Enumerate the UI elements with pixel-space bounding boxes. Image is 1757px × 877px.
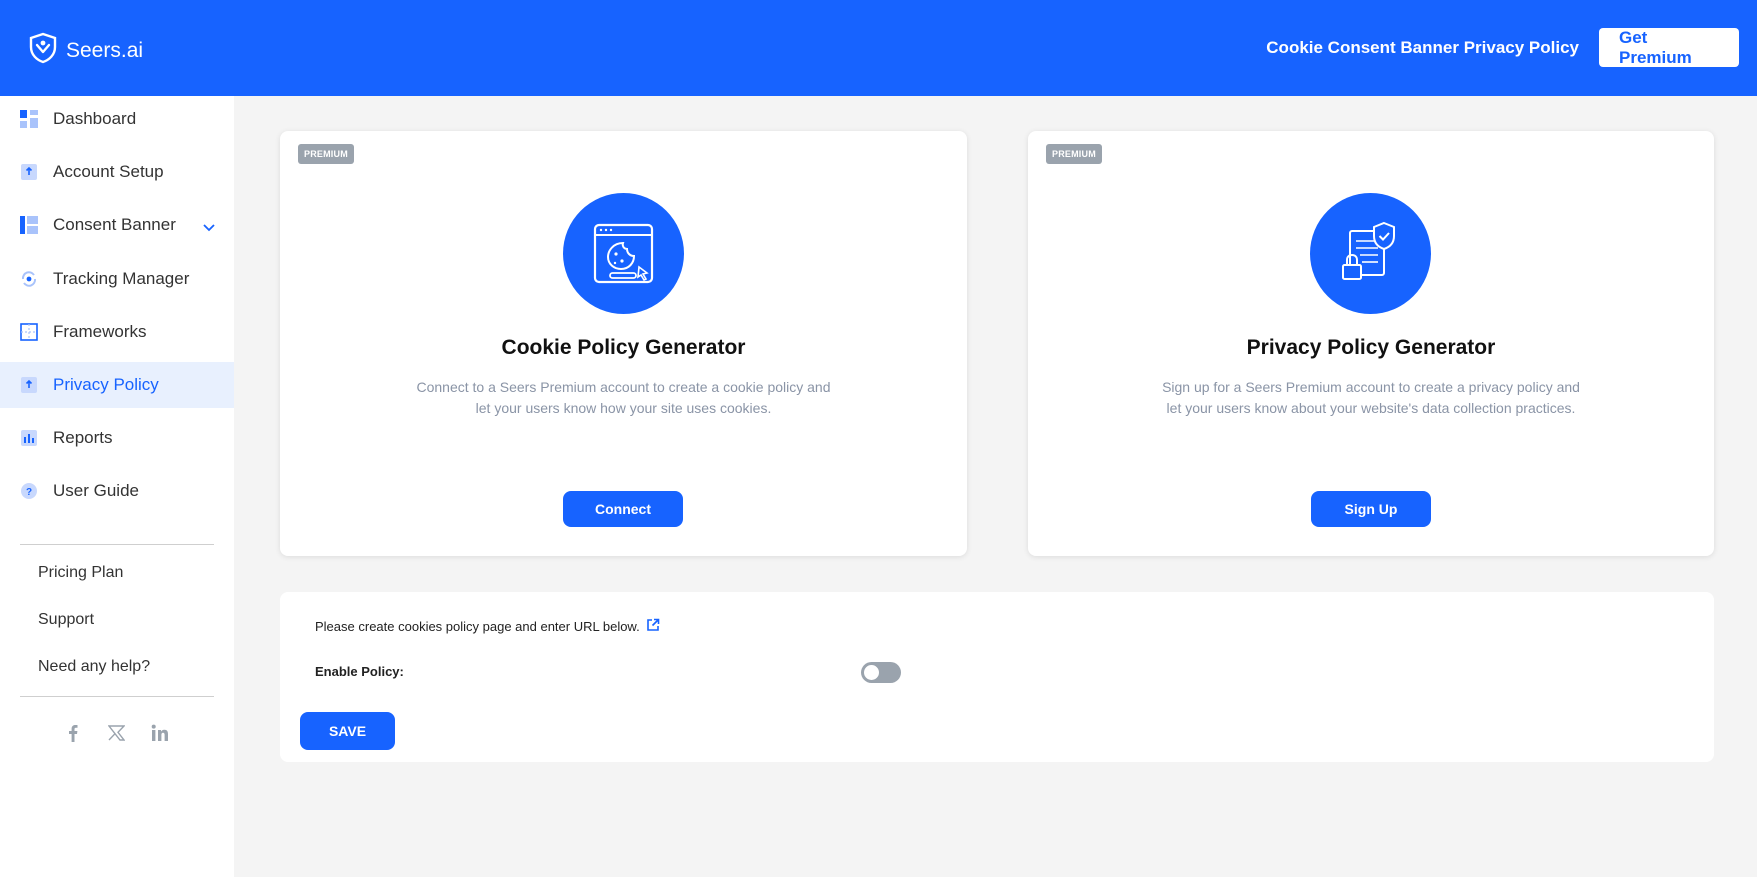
sidebar-item-label: Reports [53, 428, 113, 447]
sidebar-item-label: User Guide [53, 481, 139, 500]
dashboard-icon [20, 110, 38, 128]
card-title: Cookie Policy Generator [501, 336, 746, 359]
reports-icon [20, 429, 38, 447]
card-description-line: Connect to a Seers Premium account to cr… [416, 379, 831, 395]
policy-note: Please create cookies policy page and en… [315, 618, 660, 635]
premium-badge: PREMIUM [298, 144, 354, 164]
consent-banner-icon [20, 216, 38, 234]
privacy-policy-icon [20, 376, 38, 394]
chevron-down-icon[interactable] [203, 217, 215, 237]
privacy-policy-card: PREMIUM Privacy Policy Generator Sign up… [1028, 131, 1714, 556]
sidebar-item-tracking-manager[interactable]: Tracking Manager [0, 256, 234, 302]
sidebar-divider [20, 544, 214, 545]
account-setup-icon [20, 163, 38, 181]
toggle-knob [864, 665, 879, 680]
policy-note-text: Please create cookies policy page and en… [315, 619, 640, 634]
external-link-icon[interactable] [646, 618, 660, 635]
card-description-line: let your users know how your site uses c… [475, 400, 772, 416]
connect-button[interactable]: Connect [563, 491, 683, 527]
support-link[interactable]: Support [38, 611, 94, 629]
brand-name: Seers.ai [66, 38, 144, 62]
facebook-icon[interactable] [68, 724, 78, 747]
card-title: Privacy Policy Generator [1246, 336, 1496, 359]
seers-shield-icon [28, 32, 58, 69]
card-description-line: Sign up for a Seers Premium account to c… [1162, 379, 1580, 395]
svg-text:?: ? [26, 487, 32, 498]
sidebar-item-label: Consent Banner [53, 215, 176, 234]
enable-policy-toggle[interactable] [861, 662, 901, 683]
cookie-policy-card: PREMIUM Cookie Policy Generator Connect … [280, 131, 967, 556]
policy-settings-card: Please create cookies policy page and en… [280, 592, 1714, 762]
sidebar-item-label: Account Setup [53, 162, 164, 181]
sidebar-item-label: Tracking Manager [53, 269, 190, 288]
privacy-document-icon [1310, 193, 1431, 314]
enable-policy-label: Enable Policy: [315, 664, 404, 679]
sidebar-item-reports[interactable]: Reports [0, 415, 234, 461]
brand-logo[interactable]: Seers.ai [28, 32, 143, 69]
need-help-link[interactable]: Need any help? [38, 658, 150, 676]
sidebar: Dashboard Account Setup Consent Banner T… [0, 96, 234, 877]
premium-badge: PREMIUM [1046, 144, 1102, 164]
sidebar-divider [20, 696, 214, 697]
card-description-line: let your users know about your website's… [1166, 400, 1576, 416]
get-premium-button[interactable]: Get Premium [1599, 28, 1739, 67]
sidebar-item-frameworks[interactable]: Frameworks [0, 309, 234, 355]
sidebar-item-label: Frameworks [53, 322, 147, 341]
pricing-plan-link[interactable]: Pricing Plan [38, 564, 123, 582]
sign-up-button[interactable]: Sign Up [1311, 491, 1431, 527]
cookie-banner-privacy-link[interactable]: Cookie Consent Banner Privacy Policy [1266, 38, 1579, 58]
frameworks-icon [20, 323, 38, 341]
sidebar-item-dashboard[interactable]: Dashboard [0, 96, 234, 142]
linkedin-icon[interactable] [151, 724, 169, 747]
cookie-browser-icon [563, 193, 684, 314]
sidebar-item-label: Privacy Policy [53, 375, 159, 394]
sidebar-item-privacy-policy[interactable]: Privacy Policy [0, 362, 234, 408]
x-icon[interactable] [107, 725, 126, 746]
save-button[interactable]: SAVE [300, 712, 395, 750]
sidebar-item-account-setup[interactable]: Account Setup [0, 149, 234, 195]
user-guide-icon: ? [20, 482, 38, 500]
sidebar-item-user-guide[interactable]: ? User Guide [0, 468, 234, 514]
tracking-manager-icon [20, 270, 38, 288]
sidebar-item-consent-banner[interactable]: Consent Banner [0, 202, 234, 248]
sidebar-item-label: Dashboard [53, 109, 137, 128]
top-bar: Seers.ai Cookie Consent Banner Privacy P… [0, 0, 1757, 96]
